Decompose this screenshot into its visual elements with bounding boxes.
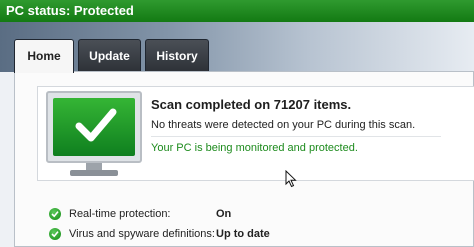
definitions-value: Up to date [216,228,270,240]
monitor-check-icon [46,91,142,177]
realtime-protection-label: Real-time protection: [69,208,171,220]
tab-strip: Home Update History [0,22,474,73]
scan-detail: No threats were detected on your PC duri… [151,119,416,131]
green-check-circle-icon [49,208,61,220]
protected-message: Your PC is being monitored and protected… [151,142,358,154]
scan-result-panel: Scan completed on 71207 items. No threat… [37,86,474,188]
checkmark-icon [75,108,117,142]
monitor-base [70,170,118,176]
realtime-protection-value: On [216,208,232,220]
tab-history[interactable]: History [145,39,209,72]
tab-home[interactable]: Home [14,39,74,73]
definitions-label: Virus and spyware definitions: [69,228,215,240]
scan-title: Scan completed on 71207 items. [151,97,352,112]
monitor-stand [86,163,102,170]
monitor-screen [46,91,142,163]
tab-update[interactable]: Update [78,39,141,72]
pc-status-bar: PC status: Protected [0,0,474,22]
home-content: Scan completed on 71207 items. No threat… [14,71,474,247]
divider [151,136,441,137]
mouse-pointer-icon [285,170,297,188]
pc-status-text: PC status: Protected [6,3,134,18]
green-check-circle-icon [49,228,61,240]
